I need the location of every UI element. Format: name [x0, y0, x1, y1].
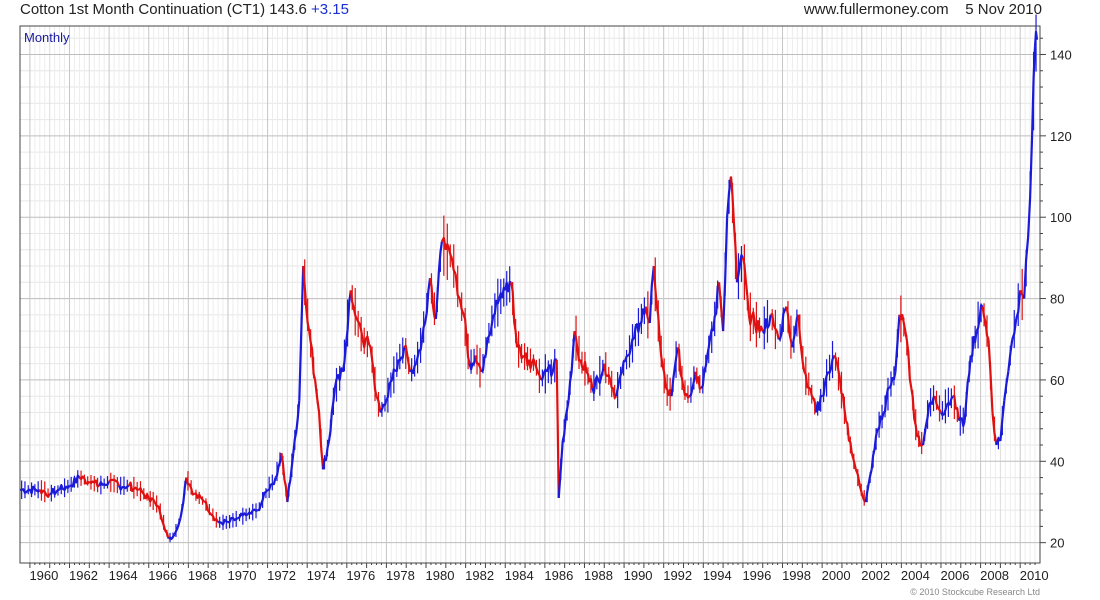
x-tick-label: 1984 [505, 568, 534, 583]
copyright: © 2010 Stockcube Research Ltd [910, 587, 1040, 597]
price-segment [975, 304, 984, 332]
x-tick-label: 1970 [228, 568, 257, 583]
x-tick-label: 1982 [465, 568, 494, 583]
x-tick-label: 1980 [426, 568, 455, 583]
minor-grid [20, 26, 1040, 563]
x-tick-label: 1966 [148, 568, 177, 583]
x-tick-label: 1964 [109, 568, 138, 583]
price-segment [700, 355, 709, 389]
price-chart: 1960 1962 1964 1966 1968 1970 1972 1974 1976 1978… [19, 14, 1072, 583]
price-segment [688, 371, 697, 398]
x-tick-label: 1986 [544, 568, 573, 583]
x-tick-label: 2010 [1020, 568, 1049, 583]
price-series [20, 14, 1039, 543]
x-axis-labels: 1960 1962 1964 1966 1968 1970 1972 1974 1976 1978… [29, 568, 1048, 583]
x-tick-label: 1990 [624, 568, 653, 583]
x-tick-label: 2002 [861, 568, 890, 583]
x-tick-label: 2006 [941, 568, 970, 583]
x-tick-label: 2004 [901, 568, 930, 583]
x-tick-label: 1988 [584, 568, 613, 583]
x-tick-label: 1962 [69, 568, 98, 583]
period-label: Monthly [24, 30, 70, 45]
y-tick-label: 140 [1050, 47, 1072, 62]
x-tick-label: 1998 [782, 568, 811, 583]
x-tick-label: 1976 [346, 568, 375, 583]
x-tick-label: 2000 [822, 568, 851, 583]
x-tick-label: 1968 [188, 568, 217, 583]
y-tick-label: 80 [1050, 292, 1064, 307]
y-axis-labels: 20 40 60 80 100 120 140 [1050, 47, 1072, 550]
y-tick-label: 40 [1050, 454, 1064, 469]
price-segment [403, 344, 412, 373]
axis-ticks [29, 37, 1046, 568]
x-tick-label: 1974 [307, 568, 336, 583]
x-tick-label: 1996 [742, 568, 771, 583]
y-tick-label: 120 [1050, 129, 1072, 144]
x-tick-label: 1960 [29, 568, 58, 583]
x-tick-label: 1994 [703, 568, 732, 583]
x-tick-label: 2008 [980, 568, 1009, 583]
y-tick-label: 60 [1050, 373, 1064, 388]
y-tick-label: 100 [1050, 210, 1072, 225]
x-tick-label: 1978 [386, 568, 415, 583]
y-tick-label: 20 [1050, 536, 1064, 551]
x-tick-label: 1992 [663, 568, 692, 583]
x-tick-label: 1972 [267, 568, 296, 583]
